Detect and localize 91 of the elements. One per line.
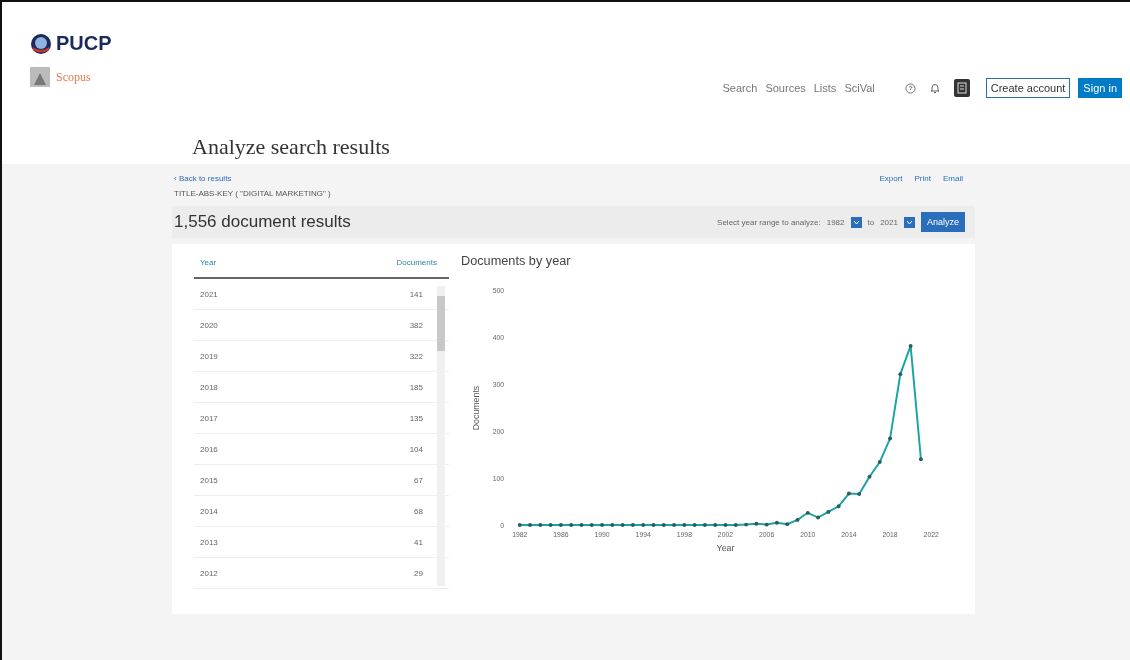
data-point [816, 515, 820, 520]
table-cell: 41 [414, 537, 423, 547]
analyze-button[interactable]: Analyze [920, 212, 965, 232]
data-point [733, 523, 738, 528]
data-point [764, 522, 769, 527]
data-point [579, 523, 584, 528]
data-point [836, 504, 841, 509]
nav-link[interactable]: SciVal [844, 82, 875, 94]
data-point [826, 509, 831, 514]
nav-link[interactable]: Search [722, 82, 758, 94]
table-cell: 67 [414, 475, 423, 485]
chart-title: Documents by year [461, 253, 571, 268]
table-cell: 135 [409, 413, 423, 423]
axis-title: Documents [470, 385, 481, 431]
back-link[interactable]: ‹ Back to results [174, 174, 232, 183]
table-cell: 382 [409, 320, 423, 330]
nav-link[interactable]: Sources [765, 82, 806, 94]
product-logo: Scopus [56, 69, 91, 85]
action-link[interactable]: Email [943, 174, 963, 183]
scrollbar[interactable] [437, 286, 445, 586]
data-point [805, 510, 810, 515]
create-account-button[interactable]: Create account [985, 78, 1071, 98]
table-cell: 2015 [200, 475, 218, 485]
tree-logo-icon [30, 67, 50, 87]
data-point [528, 523, 532, 528]
table-cell: 185 [409, 382, 423, 392]
axis-title: Year [716, 543, 735, 553]
data-point [569, 523, 574, 528]
help-icon[interactable] [904, 82, 916, 94]
data-point [600, 523, 604, 528]
data-point [692, 523, 697, 528]
data-point [517, 523, 522, 528]
data-point [877, 460, 882, 465]
action-link[interactable]: Export [879, 174, 903, 183]
table-cell: 104 [409, 444, 423, 454]
table-cell: 29 [414, 568, 423, 578]
clipboard-icon[interactable] [953, 79, 970, 97]
action-link[interactable]: Print [914, 174, 931, 183]
data-point [888, 436, 892, 441]
table-cell: 2020 [200, 320, 218, 330]
table-cell: 322 [409, 351, 423, 361]
data-point [846, 491, 851, 496]
table-cell: 2013 [200, 537, 218, 547]
table-cell: 68 [414, 506, 423, 516]
data-point [548, 523, 553, 528]
data-point [744, 522, 748, 527]
column-header[interactable]: Documents [396, 258, 437, 267]
data-point [682, 523, 687, 528]
range-to-label: to [867, 217, 875, 227]
data-point [898, 372, 903, 377]
data-point [908, 343, 913, 348]
data-point [774, 520, 779, 525]
institution-logo: PUCP [56, 32, 112, 55]
table-cell: 2014 [200, 506, 218, 516]
data-point [867, 474, 872, 479]
data-point [538, 523, 543, 528]
nav-link[interactable]: Lists [813, 82, 837, 94]
table-cell: 2016 [200, 444, 218, 454]
data-point [795, 517, 800, 522]
table-cell: 2017 [200, 413, 218, 423]
page-title: Analyze search results [192, 134, 390, 159]
data-point [589, 523, 594, 528]
globe-logo-icon [30, 32, 52, 55]
data-point [713, 523, 718, 528]
data-point [558, 523, 563, 528]
results-count: 1,556 document results [174, 212, 351, 232]
year-value: 1982 [826, 217, 845, 227]
range-label: Select year range to analyze: [717, 217, 821, 227]
data-point [610, 523, 615, 528]
column-header[interactable]: Year [200, 258, 217, 267]
data-point [785, 522, 790, 527]
data-point [661, 523, 666, 528]
search-query: TITLE-ABS-KEY ( "DIGITAL MARKETING" ) [174, 189, 331, 198]
bell-icon[interactable] [929, 82, 940, 94]
data-point [723, 523, 728, 528]
data-point [641, 523, 646, 528]
table-cell: 2019 [200, 351, 218, 361]
data-point [651, 523, 656, 528]
data-point [620, 523, 625, 528]
table-cell: 2018 [200, 382, 218, 392]
data-point [672, 523, 676, 528]
year-value: 2021 [880, 217, 898, 227]
data-point [702, 523, 707, 528]
data-point [754, 521, 759, 526]
table-cell: 2012 [200, 568, 218, 578]
data-point [857, 492, 862, 496]
sign-in-button[interactable]: Sign in [1078, 78, 1122, 98]
table-cell: 141 [409, 289, 423, 299]
data-point [630, 523, 635, 528]
data-point [918, 457, 923, 462]
table-cell: 2021 [200, 289, 218, 299]
